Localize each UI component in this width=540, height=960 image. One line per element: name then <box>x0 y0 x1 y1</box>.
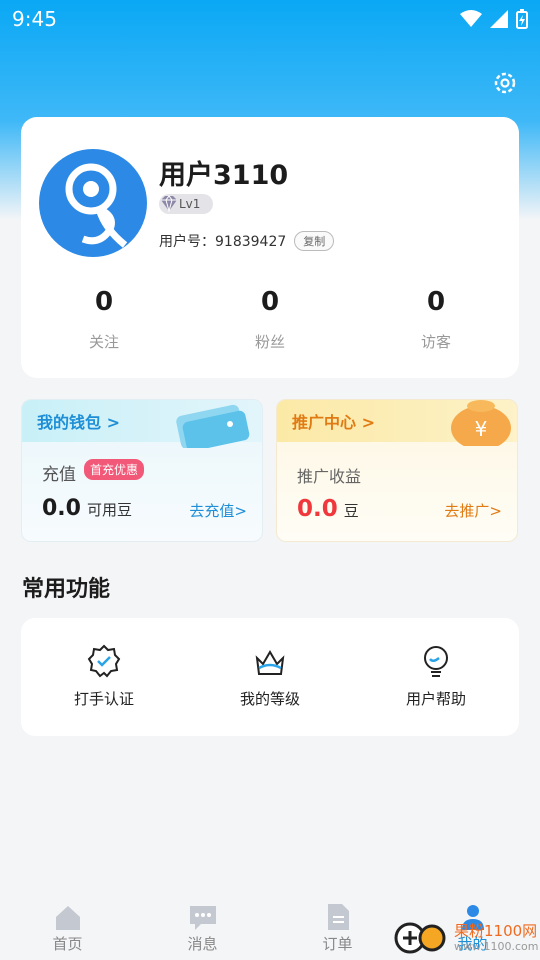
wallet-amount: 0.0 可用豆 <box>42 496 132 521</box>
status-time: 9:45 <box>12 7 57 31</box>
wallet-unit: 可用豆 <box>86 501 132 519</box>
watermark-text: 果粉1100网 <box>454 922 538 940</box>
stat-visitors[interactable]: 0 访客 <box>353 287 519 352</box>
stat-value: 0 <box>426 287 446 317</box>
stats-row: 0 关注 0 粉丝 0 访客 <box>21 287 519 352</box>
recharge-label: 充值 <box>42 465 76 485</box>
tab-label: 订单 <box>322 935 353 953</box>
level-text: Lv1 <box>179 197 201 211</box>
profile-card: 用户3110 Lv1 用户号：91839427 复制 0 关注 0 粉丝 0 访… <box>21 117 519 378</box>
stat-label: 关注 <box>88 333 119 351</box>
first-recharge-badge: 首充优惠 <box>84 459 145 480</box>
uid-row: 用户号：91839427 复制 <box>159 231 335 251</box>
status-bar: 9:45 <box>0 0 540 38</box>
wallet-icon <box>176 404 250 448</box>
home-icon <box>55 906 80 930</box>
svg-text:¥: ¥ <box>475 417 488 441</box>
function-level[interactable]: 我的等级 <box>187 618 353 736</box>
watermark-url: www.1100.com <box>454 940 539 953</box>
settings-button[interactable] <box>492 70 518 96</box>
function-help[interactable]: 用户帮助 <box>353 618 519 736</box>
promo-unit: 豆 <box>343 502 359 520</box>
stat-following[interactable]: 0 关注 <box>21 287 187 352</box>
wallet-card[interactable]: 我的钱包 > 充值 首充优惠 0.0 可用豆 去充值> <box>21 399 263 542</box>
avatar[interactable] <box>39 149 147 257</box>
level-badge: Lv1 <box>159 194 213 214</box>
stat-value: 0 <box>94 287 114 317</box>
order-icon <box>327 904 349 930</box>
crown-icon <box>255 650 285 675</box>
stat-followers[interactable]: 0 粉丝 <box>187 287 353 352</box>
uid-text: 用户号：91839427 <box>159 231 286 251</box>
tab-home[interactable]: 首页 <box>0 895 135 960</box>
uid-label: 用户号： <box>159 234 215 250</box>
recharge-link[interactable]: 去充值> <box>189 500 247 521</box>
stat-label: 粉丝 <box>254 333 285 351</box>
stat-label: 访客 <box>420 333 451 351</box>
badge-check-icon <box>87 644 121 678</box>
promo-card[interactable]: 推广中心 > ¥ 推广收益 0.0 豆 去推广> <box>276 399 518 542</box>
section-title: 常用功能 <box>22 577 111 602</box>
watermark: 果粉1100网 www.1100.com <box>392 918 538 958</box>
function-certification[interactable]: 打手认证 <box>21 618 187 736</box>
diamond-icon <box>161 195 177 213</box>
promo-earnings-label: 推广收益 <box>297 467 362 486</box>
status-icons <box>460 9 528 29</box>
money-bag-icon: ¥ <box>451 400 511 446</box>
tab-label: 首页 <box>52 935 83 953</box>
username: 用户3110 <box>159 160 289 191</box>
wifi-icon <box>460 10 482 27</box>
stat-value: 0 <box>260 287 280 317</box>
tab-messages[interactable]: 消息 <box>135 895 270 960</box>
function-label: 我的等级 <box>239 690 300 708</box>
function-label: 用户帮助 <box>405 690 466 708</box>
battery-icon <box>516 9 528 29</box>
functions-card: 打手认证 我的等级 用户帮助 <box>21 618 519 736</box>
signal-icon <box>490 10 508 28</box>
tab-orders[interactable]: 订单 <box>270 895 405 960</box>
promote-link[interactable]: 去推广> <box>444 500 502 521</box>
promo-amount: 0.0 豆 <box>297 496 359 522</box>
message-icon <box>189 906 216 930</box>
uid-value: 91839427 <box>215 234 287 250</box>
function-label: 打手认证 <box>73 690 134 708</box>
watermark-logo-icon <box>394 922 446 954</box>
copy-button[interactable]: 复制 <box>294 231 335 251</box>
promo-earnings: 0.0 <box>297 496 338 522</box>
tab-label: 消息 <box>187 935 218 953</box>
wallet-balance: 0.0 <box>42 496 81 521</box>
lightbulb-icon <box>424 646 448 677</box>
gear-icon <box>494 72 516 94</box>
